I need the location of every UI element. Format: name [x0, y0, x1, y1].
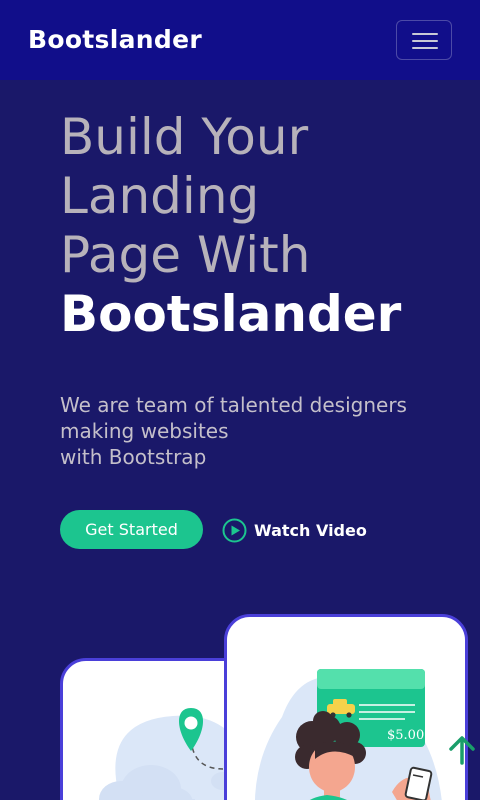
- headline-line-3: Page With: [60, 226, 311, 284]
- headline-line-1: Build Your: [60, 108, 309, 166]
- page-title: Build Your Landing Page With Bootslander: [60, 108, 460, 344]
- hero-heading: Build Your Landing Page With Bootslander: [60, 108, 460, 344]
- watch-video-button[interactable]: Watch Video: [222, 517, 367, 543]
- hamburger-menu-icon: [412, 33, 438, 35]
- hamburger-menu-icon-bar: [412, 40, 438, 42]
- illustration-card-payment: $5.00: [224, 614, 468, 800]
- navbar: Bootslander: [0, 0, 480, 80]
- get-started-button[interactable]: Get Started: [60, 510, 203, 549]
- subtitle-line-1: We are team of talented designers: [60, 393, 407, 417]
- hero-subtitle: We are team of talented designers making…: [60, 392, 460, 470]
- subtitle-line-3: with Bootstrap: [60, 445, 207, 469]
- hamburger-menu-icon-bar: [412, 47, 438, 49]
- headline-emphasis: Bootslander: [60, 285, 402, 343]
- subtitle-line-2: making websites: [60, 419, 229, 443]
- arrow-up-icon[interactable]: [447, 734, 477, 766]
- headline-line-2: Landing: [60, 167, 260, 225]
- price-label: $5.00: [387, 728, 424, 743]
- menu-toggle-button[interactable]: [396, 20, 452, 60]
- play-circle-icon: [222, 518, 247, 542]
- watch-video-label: Watch Video: [254, 520, 367, 540]
- brand-logo[interactable]: Bootslander: [28, 25, 202, 54]
